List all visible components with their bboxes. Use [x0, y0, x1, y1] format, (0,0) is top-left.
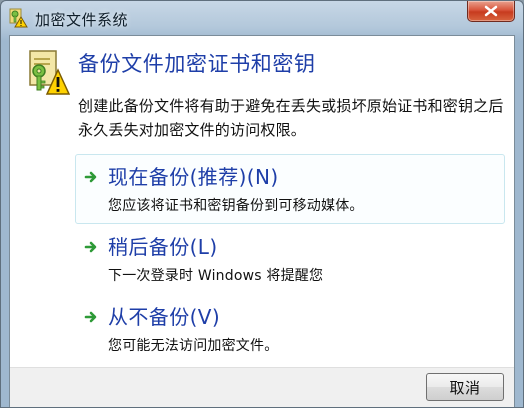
cancel-button[interactable]: 取消 — [426, 373, 504, 401]
efs-key-warning-icon — [8, 8, 28, 28]
dialog-window: 加密文件系统 备份文件加密证书和密钥 创建此备份文件将有助于避免在丢失或损坏原始… — [0, 0, 524, 408]
green-arrow-icon — [84, 309, 98, 323]
option-description: 您可能无法访问加密文件。 — [108, 338, 279, 354]
window-title: 加密文件系统 — [35, 11, 129, 29]
option-description: 下一次登录时 Windows 将提醒您 — [108, 268, 324, 284]
option-title: 稍后备份(L) — [108, 235, 218, 259]
close-icon — [484, 2, 498, 21]
option-backup-now[interactable]: 现在备份(推荐)(N) 您应该将证书和密钥备份到可移动媒体。 — [75, 154, 505, 224]
dialog-content: 备份文件加密证书和密钥 创建此备份文件将有助于避免在丢失或损坏原始证书和密钥之后… — [9, 35, 515, 407]
option-title: 现在备份(推荐)(N) — [108, 165, 279, 189]
option-never-backup[interactable]: 从不备份(V) 您可能无法访问加密文件。 — [75, 294, 505, 364]
certificate-key-warning-icon — [22, 48, 71, 96]
button-bar: 取消 — [10, 367, 514, 407]
close-button[interactable] — [467, 1, 515, 22]
green-arrow-icon — [84, 239, 98, 253]
option-description: 您应该将证书和密钥备份到可移动媒体。 — [108, 198, 364, 214]
option-backup-later[interactable]: 稍后备份(L) 下一次登录时 Windows 将提醒您 — [75, 224, 505, 294]
dialog-heading: 备份文件加密证书和密钥 — [78, 52, 316, 76]
green-arrow-icon — [84, 169, 98, 183]
title-bar[interactable]: 加密文件系统 — [1, 1, 523, 35]
option-title: 从不备份(V) — [108, 305, 221, 329]
dialog-description: 创建此备份文件将有助于避免在丢失或损坏原始证书和密钥之后永久丢失对加密文件的访问… — [78, 97, 504, 139]
